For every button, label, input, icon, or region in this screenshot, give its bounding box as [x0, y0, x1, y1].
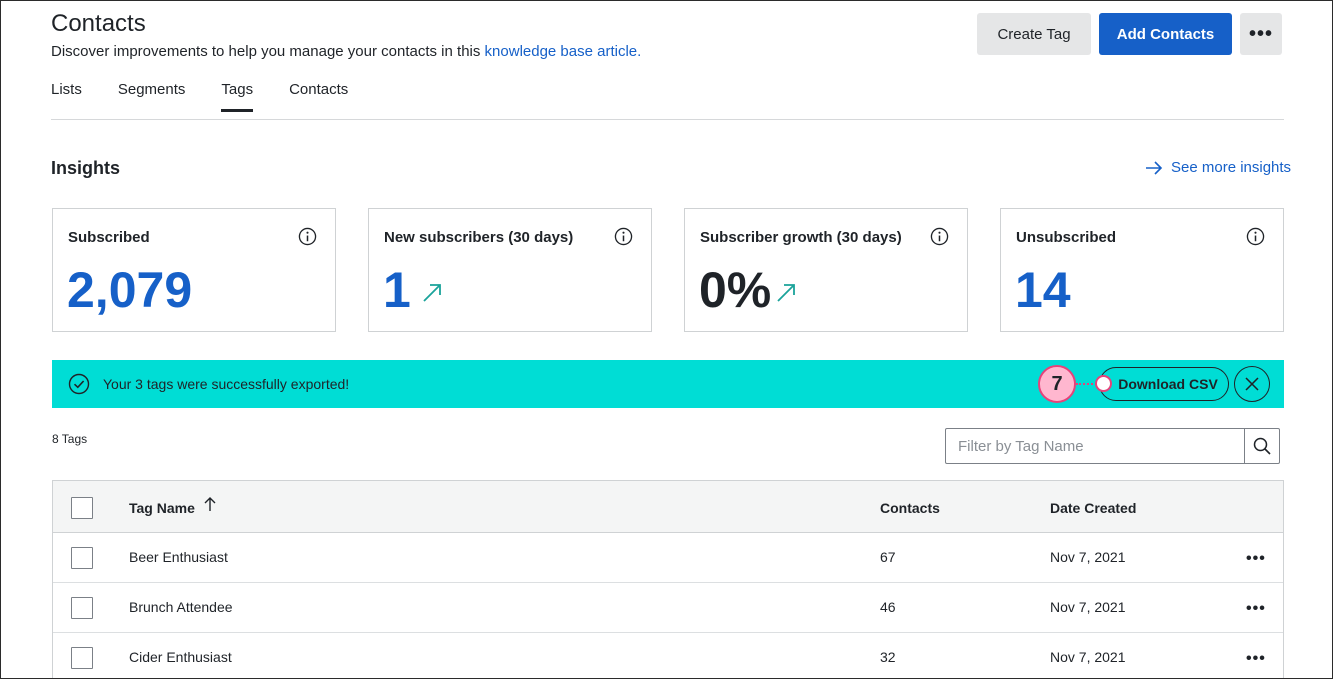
insight-card-value: 0%: [699, 262, 772, 318]
date-created-cell: Nov 7, 2021: [1050, 549, 1126, 565]
info-icon[interactable]: [298, 227, 317, 246]
row-actions-menu[interactable]: •••: [1246, 600, 1266, 618]
insight-card-title: New subscribers (30 days): [384, 229, 574, 246]
search-icon: [1253, 437, 1271, 455]
insight-card-title: Subscriber growth (30 days): [700, 229, 902, 246]
info-icon[interactable]: [614, 227, 633, 246]
date-created-cell: Nov 7, 2021: [1050, 599, 1126, 615]
search-button[interactable]: [1244, 429, 1279, 463]
step-marker-dot: [1095, 375, 1112, 392]
tab-tags[interactable]: Tags: [221, 81, 253, 112]
trend-up-icon: [423, 284, 441, 302]
select-all-checkbox[interactable]: [71, 497, 93, 519]
row-actions-menu[interactable]: •••: [1246, 550, 1266, 568]
table-header: Tag Name Contacts Date Created: [53, 481, 1283, 533]
knowledge-base-link[interactable]: knowledge base article.: [485, 43, 642, 60]
info-icon[interactable]: [1246, 227, 1265, 246]
tag-name-cell[interactable]: Cider Enthusiast: [129, 649, 232, 665]
tab-segments[interactable]: Segments: [118, 81, 186, 112]
close-icon: [1245, 377, 1259, 391]
info-icon[interactable]: [930, 227, 949, 246]
download-csv-button[interactable]: Download CSV: [1099, 367, 1229, 401]
row-checkbox[interactable]: [71, 597, 93, 619]
tag-name-cell[interactable]: Brunch Attendee: [129, 599, 233, 615]
insights-title: Insights: [51, 158, 121, 178]
page-subtitle: Discover improvements to help you manage…: [51, 43, 641, 60]
create-tag-button[interactable]: Create Tag: [977, 13, 1091, 55]
trend-up-icon: [777, 284, 795, 302]
column-header-tag-name[interactable]: Tag Name: [129, 500, 195, 516]
export-success-banner: Your 3 tags were successfully exported! …: [52, 360, 1284, 408]
banner-message: Your 3 tags were successfully exported!: [103, 376, 350, 392]
column-header-contacts[interactable]: Contacts: [880, 500, 940, 516]
close-banner-button[interactable]: [1234, 366, 1270, 402]
contacts-count-cell: 67: [880, 549, 896, 565]
tab-lists[interactable]: Lists: [51, 81, 82, 112]
arrow-right-icon: [1146, 160, 1163, 175]
table-row: Brunch Attendee 46 Nov 7, 2021 •••: [53, 583, 1283, 633]
date-created-cell: Nov 7, 2021: [1050, 649, 1126, 665]
tag-name-cell[interactable]: Beer Enthusiast: [129, 549, 228, 565]
insight-card-title: Subscribed: [68, 229, 150, 246]
step-number-badge: 7: [1038, 365, 1076, 403]
column-header-date-created[interactable]: Date Created: [1050, 500, 1136, 516]
insight-card-unsubscribed: Unsubscribed 14: [1000, 208, 1284, 332]
check-circle-icon: [68, 373, 90, 395]
insight-card-subscribed: Subscribed 2,079: [52, 208, 336, 332]
insight-card-value: 1: [383, 262, 411, 318]
insight-card-subscriber-growth: Subscriber growth (30 days) 0%: [684, 208, 968, 332]
row-checkbox[interactable]: [71, 647, 93, 669]
tag-count: 8 Tags: [52, 432, 88, 446]
filter-tags: [945, 428, 1280, 464]
sort-ascending-icon[interactable]: [203, 496, 217, 512]
row-actions-menu[interactable]: •••: [1246, 650, 1266, 668]
filter-by-tag-name-input[interactable]: [946, 429, 1244, 463]
tags-table: Tag Name Contacts Date Created Beer Enth…: [52, 480, 1284, 678]
tab-contacts[interactable]: Contacts: [289, 81, 348, 112]
insight-card-value: 2,079: [67, 262, 193, 318]
step-connector: [1076, 383, 1097, 385]
add-contacts-button[interactable]: Add Contacts: [1099, 13, 1232, 55]
page-title: Contacts: [51, 10, 146, 37]
see-more-insights-link[interactable]: See more insights: [1145, 159, 1291, 176]
insight-card-title: Unsubscribed: [1016, 229, 1117, 246]
see-more-insights-label: See more insights: [1171, 159, 1292, 176]
contacts-count-cell: 32: [880, 649, 896, 665]
contacts-count-cell: 46: [880, 599, 896, 615]
row-checkbox[interactable]: [71, 547, 93, 569]
subtitle-text: Discover improvements to help you manage…: [51, 43, 485, 60]
insight-card-value: 14: [1015, 262, 1071, 318]
contacts-page: Contacts Discover improvements to help y…: [0, 0, 1333, 679]
more-options-button[interactable]: •••: [1240, 13, 1282, 55]
table-row: Beer Enthusiast 67 Nov 7, 2021 •••: [53, 533, 1283, 583]
insight-card-new-subscribers: New subscribers (30 days) 1: [368, 208, 652, 332]
tabs-divider: [51, 119, 1284, 120]
download-csv-label: Download CSV: [1118, 376, 1218, 392]
contacts-tabs: Lists Segments Tags Contacts: [51, 81, 384, 112]
table-row: Cider Enthusiast 32 Nov 7, 2021 •••: [53, 633, 1283, 678]
